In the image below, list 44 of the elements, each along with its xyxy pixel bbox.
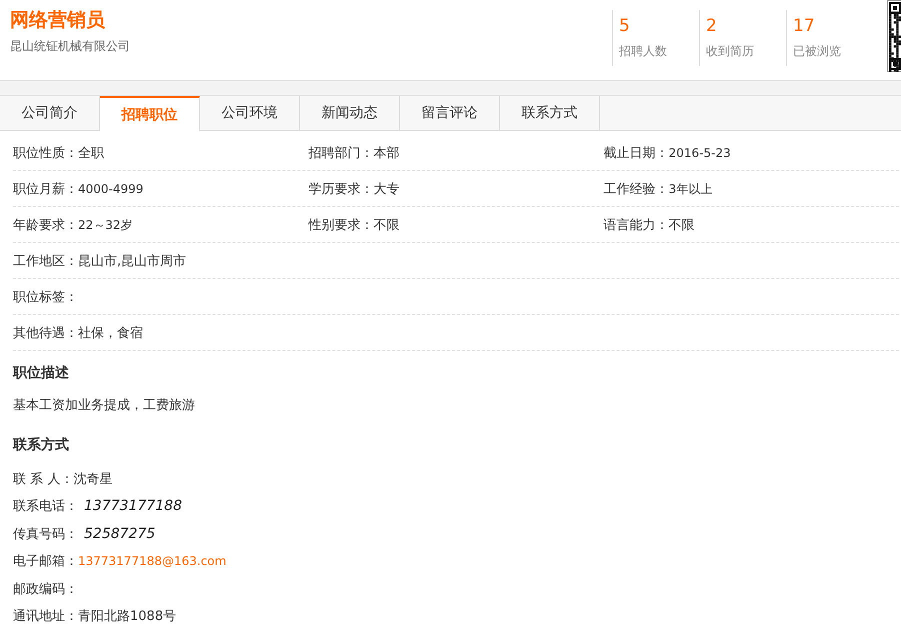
description-text: 基本工资加业务提成，工费旅游 xyxy=(13,397,195,414)
section-heading: 联系方式 xyxy=(13,436,69,455)
field-value: 22～32岁 xyxy=(78,218,133,232)
contact-value: 沈奇星 xyxy=(73,470,112,488)
contact-value: 青阳北路1088号 xyxy=(78,608,176,626)
contact-label: 电子邮箱： xyxy=(13,553,78,570)
contact-number: 52587275 xyxy=(84,526,156,542)
field-value: 不限 xyxy=(668,218,695,232)
section-heading: 职位描述 xyxy=(13,364,69,383)
field-label: 其他待遇： xyxy=(13,326,78,340)
field-value: 本部 xyxy=(373,146,400,160)
field-value: 大专 xyxy=(373,182,400,196)
field-value: 3年以上 xyxy=(668,182,712,196)
contact-label: 通讯地址： xyxy=(13,608,78,626)
stat-value: 5 xyxy=(619,15,630,37)
field-label: 年龄要求： xyxy=(13,218,78,232)
stat-label: 收到简历 xyxy=(706,43,754,60)
field-label: 工作经验： xyxy=(604,182,669,196)
stat-value: 17 xyxy=(793,15,815,37)
stat-label: 已被浏览 xyxy=(793,43,841,60)
contact-label: 邮政编码： xyxy=(13,580,78,598)
field-label: 学历要求： xyxy=(308,182,374,196)
field-value: 社保，食宿 xyxy=(78,326,143,340)
field-value: 昆山市,昆山市周市 xyxy=(78,254,186,268)
field-label: 工作地区： xyxy=(13,254,78,268)
field-value: 不限 xyxy=(373,218,400,232)
stat-label: 招聘人数 xyxy=(619,43,667,60)
contact-label: 传真号码： xyxy=(13,526,78,543)
contact-label: 联 系 人： xyxy=(13,470,74,488)
field-label: 性别要求： xyxy=(308,218,374,232)
field-label: 语言能力： xyxy=(604,218,669,232)
field-label: 截止日期： xyxy=(604,146,669,160)
field-value: 2016-5-23 xyxy=(668,146,731,160)
stat-value: 2 xyxy=(706,15,717,37)
field-value: 4000-4999 xyxy=(78,182,144,196)
field-label: 职位月薪： xyxy=(13,182,78,196)
contact-number: 13773177188 xyxy=(84,498,182,514)
job-title: 网络营销员 xyxy=(10,8,106,32)
field-value: 全职 xyxy=(78,146,104,160)
contact-label: 联系电话： xyxy=(13,498,78,516)
company-name: 昆山统钲机械有限公司 xyxy=(10,38,130,55)
field-label: 职位性质： xyxy=(13,146,78,160)
field-label: 招聘部门： xyxy=(308,146,374,160)
field-label: 职位标签： xyxy=(13,290,78,304)
